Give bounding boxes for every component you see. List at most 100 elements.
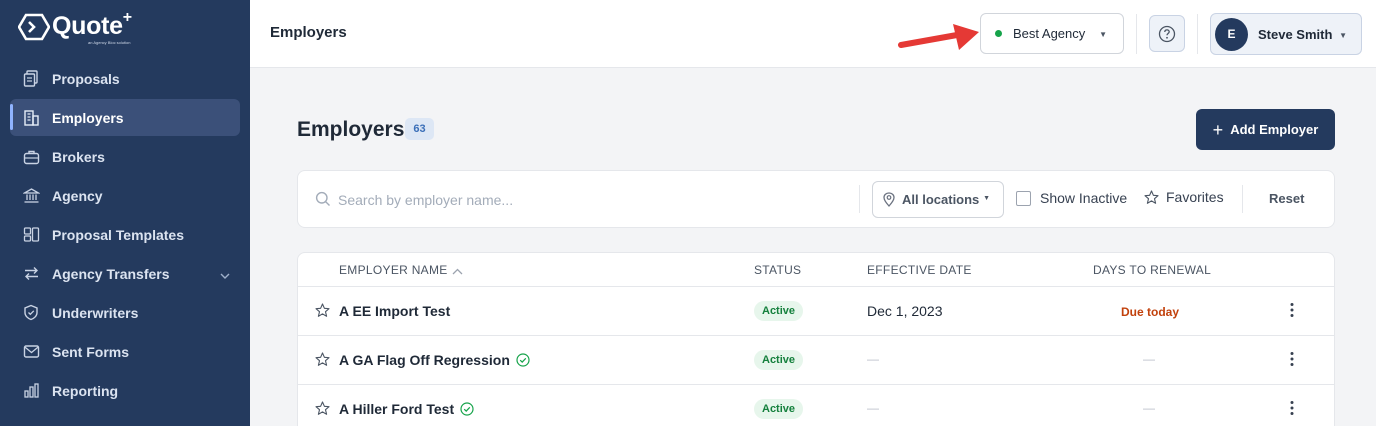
status-badge: Active <box>754 350 804 370</box>
header-divider <box>1197 14 1198 54</box>
effective-date: Dec 1, 2023 <box>867 303 943 319</box>
annotation-arrow-icon <box>898 24 979 50</box>
favorite-star-icon[interactable] <box>315 352 330 367</box>
logo-text: Quote <box>52 12 123 40</box>
mail-icon <box>22 343 40 361</box>
status-badge: Active <box>754 399 804 419</box>
employer-name-link[interactable]: A EE Import Test <box>339 303 450 319</box>
sidebar-item-label: Sent Forms <box>52 343 130 360</box>
table-row[interactable]: A EE Import Test Active Dec 1, 2023 Due … <box>298 287 1334 336</box>
briefcase-icon <box>22 148 40 166</box>
location-select[interactable]: All locations ▼ <box>872 181 1004 218</box>
employer-name: A Hiller Ford Test <box>339 401 455 417</box>
filter-bar: All locations ▼ Show Inactive Favorites … <box>297 170 1335 228</box>
building-icon <box>22 109 40 127</box>
logo-hexagon-icon <box>18 13 50 40</box>
sort-ascending-icon[interactable] <box>452 264 463 278</box>
verified-check-icon <box>460 402 474 416</box>
show-inactive-checkbox[interactable] <box>1016 190 1031 206</box>
sidebar-item-underwriters[interactable]: Underwriters <box>0 293 250 332</box>
sidebar-item-label: Proposal Templates <box>52 226 185 243</box>
favorite-star-icon[interactable] <box>315 303 330 318</box>
page-title: Employers <box>297 118 405 141</box>
add-employer-label: Add Employer <box>1230 122 1319 137</box>
avatar: E <box>1215 17 1248 51</box>
sidebar-item-label: Agency <box>52 187 103 204</box>
agency-selector[interactable]: Best Agency ▼ <box>980 13 1124 54</box>
sidebar-item-proposals[interactable]: Proposals <box>0 59 250 98</box>
sidebar-item-agency-transfers[interactable]: Agency Transfers <box>0 254 250 293</box>
effective-date: — <box>867 401 879 415</box>
caret-down-icon: ▼ <box>983 195 990 202</box>
column-header-days-to-renewal[interactable]: DAYS TO RENEWAL <box>1093 263 1211 277</box>
sidebar-item-proposal-templates[interactable]: Proposal Templates <box>0 215 250 254</box>
agency-name: Best Agency <box>1013 26 1086 41</box>
active-highlight <box>10 99 240 136</box>
sidebar-item-label: Reporting <box>52 382 119 399</box>
favorites-label: Favorites <box>1166 189 1224 205</box>
verified-check-icon <box>516 353 530 367</box>
sidebar-item-label: Employers <box>52 109 124 126</box>
template-icon <box>22 226 40 244</box>
effective-date: — <box>867 352 879 366</box>
filter-divider <box>859 185 860 213</box>
bank-icon <box>22 187 40 205</box>
plus-icon: + <box>1212 119 1224 140</box>
user-menu-button[interactable]: E Steve Smith ▼ <box>1210 13 1362 55</box>
document-icon <box>22 70 40 88</box>
favorites-filter[interactable]: Favorites <box>1144 189 1224 205</box>
column-header-status[interactable]: STATUS <box>754 263 801 277</box>
more-options-icon[interactable] <box>1290 400 1294 416</box>
sidebar-item-label: Agency Transfers <box>52 265 170 282</box>
reset-button[interactable]: Reset <box>1269 191 1304 206</box>
count-badge: 63 <box>405 118 434 140</box>
sidebar-item-reporting[interactable]: Reporting <box>0 371 250 410</box>
sidebar: Quote + an Agency Bloc solution Proposal… <box>0 0 250 426</box>
shield-icon <box>22 304 40 322</box>
filter-divider <box>1242 185 1243 213</box>
logo-tagline: an Agency Bloc solution <box>88 40 131 45</box>
caret-down-icon: ▼ <box>1099 30 1107 39</box>
sidebar-item-label: Proposals <box>52 70 120 87</box>
star-icon <box>1144 189 1159 204</box>
days-to-renewal: Due today <box>1121 305 1180 319</box>
sidebar-item-employers[interactable]: Employers <box>0 98 250 137</box>
column-header-employer-name[interactable]: EMPLOYER NAME <box>339 263 448 277</box>
caret-down-icon: ▼ <box>1339 31 1347 40</box>
active-indicator <box>10 104 13 130</box>
sidebar-item-label: Underwriters <box>52 304 139 321</box>
app-logo[interactable]: Quote + <box>18 9 132 41</box>
more-options-icon[interactable] <box>1290 302 1294 318</box>
sidebar-item-agency[interactable]: Agency <box>0 176 250 215</box>
employers-table: EMPLOYER NAME STATUS EFFECTIVE DATE DAYS… <box>297 252 1335 426</box>
show-inactive-label: Show Inactive <box>1040 190 1128 206</box>
status-badge: Active <box>754 301 804 321</box>
more-options-icon[interactable] <box>1290 351 1294 367</box>
user-name: Steve Smith <box>1258 26 1333 42</box>
help-icon <box>1158 25 1176 42</box>
table-row[interactable]: A Hiller Ford Test Active — — <box>298 385 1334 426</box>
favorite-star-icon[interactable] <box>315 401 330 416</box>
bar-chart-icon <box>22 382 40 400</box>
agency-status-dot <box>995 30 1002 37</box>
header-title: Employers <box>270 24 347 41</box>
table-row[interactable]: A GA Flag Off Regression Active — — <box>298 336 1334 385</box>
sidebar-item-brokers[interactable]: Brokers <box>0 137 250 176</box>
employer-name: A GA Flag Off Regression <box>339 352 510 368</box>
column-header-effective-date[interactable]: EFFECTIVE DATE <box>867 263 972 277</box>
top-header: Employers Best Agency ▼ E Steve Smith ▼ <box>250 0 1376 68</box>
days-to-renewal: — <box>1143 352 1155 366</box>
employer-name: A EE Import Test <box>339 303 451 319</box>
search-input[interactable] <box>338 185 838 215</box>
days-to-renewal: — <box>1143 401 1155 415</box>
sidebar-item-sent-forms[interactable]: Sent Forms <box>0 332 250 371</box>
employer-name-link[interactable]: A Hiller Ford Test <box>339 401 474 417</box>
chevron-down-icon[interactable] <box>220 267 230 283</box>
location-pin-icon <box>883 192 895 207</box>
add-employer-button[interactable]: + Add Employer <box>1196 109 1335 150</box>
search-icon <box>315 191 331 212</box>
header-divider <box>1136 14 1137 54</box>
employer-name-link[interactable]: A GA Flag Off Regression <box>339 352 530 368</box>
help-button[interactable] <box>1149 15 1185 52</box>
show-inactive-toggle[interactable]: Show Inactive <box>1016 190 1127 206</box>
